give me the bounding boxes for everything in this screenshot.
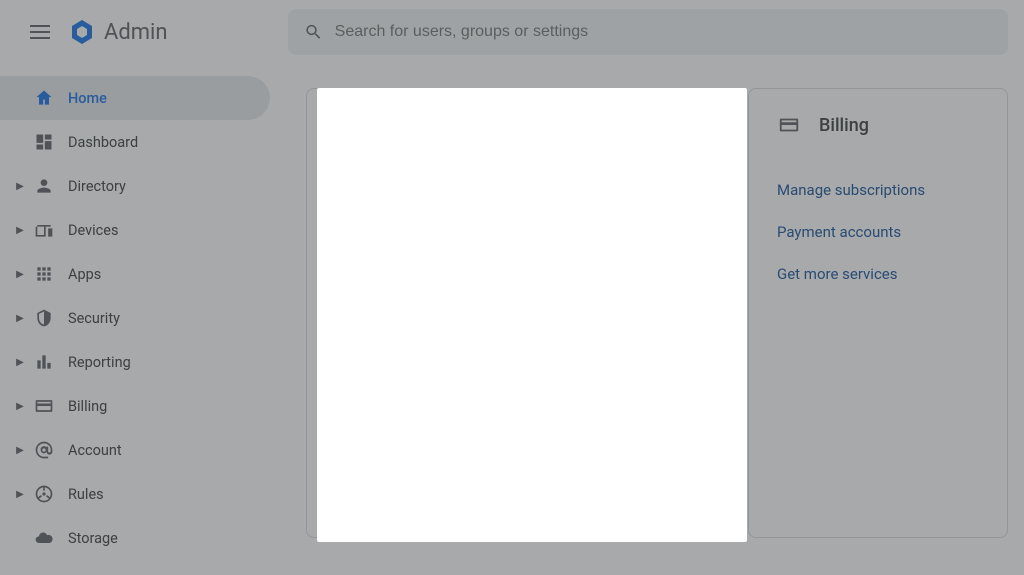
at-icon xyxy=(32,438,56,462)
admin-logo-icon xyxy=(68,18,96,46)
sidebar-item-billing[interactable]: ▶ Billing xyxy=(0,384,270,428)
app-header: Admin xyxy=(0,0,1024,64)
link-add-user[interactable]: Add a user xyxy=(335,181,695,199)
card-header: Users Manage xyxy=(335,113,695,137)
apps-icon xyxy=(32,262,56,286)
sidebar-item-security[interactable]: ▶ Security xyxy=(0,296,270,340)
home-icon xyxy=(32,86,56,110)
chevron-right-icon: ▶ xyxy=(12,445,28,456)
card-title: Billing xyxy=(819,115,979,136)
sidebar-item-label: Directory xyxy=(68,178,126,195)
sidebar-item-directory[interactable]: ▶ Directory xyxy=(0,164,270,208)
sidebar-item-label: Billing xyxy=(68,398,107,415)
steering-icon xyxy=(32,482,56,506)
chevron-right-icon: ▶ xyxy=(12,269,28,280)
link-get-services[interactable]: Get more services xyxy=(777,265,979,283)
sidebar-item-rules[interactable]: ▶ Rules xyxy=(0,472,270,516)
chevron-right-icon: ▶ xyxy=(12,181,28,192)
link-payment-accounts[interactable]: Payment accounts xyxy=(777,223,979,241)
card-title: Users xyxy=(377,115,601,136)
main-content: Users Manage Add a user Delete a user Up… xyxy=(278,64,1024,575)
sidebar-item-account[interactable]: ▶ Account xyxy=(0,428,270,472)
chevron-right-icon: ▶ xyxy=(12,313,28,324)
chevron-right-icon: ▶ xyxy=(12,225,28,236)
card-header: Billing xyxy=(777,113,979,137)
sidebar-item-dashboard[interactable]: ▶ Dashboard xyxy=(0,120,270,164)
billing-card: Billing Manage subscriptions Payment acc… xyxy=(748,88,1008,538)
link-delete-user[interactable]: Delete a user xyxy=(335,223,695,241)
sidebar-item-apps[interactable]: ▶ Apps xyxy=(0,252,270,296)
shield-icon xyxy=(32,306,56,330)
app-logo[interactable]: Admin xyxy=(68,18,168,46)
sidebar-item-devices[interactable]: ▶ Devices xyxy=(0,208,270,252)
sidebar-item-label: Dashboard xyxy=(68,134,138,151)
devices-icon xyxy=(32,218,56,242)
person-icon xyxy=(335,113,359,137)
bar-chart-icon xyxy=(32,350,56,374)
search-bar[interactable] xyxy=(288,9,1008,55)
card-icon xyxy=(777,113,801,137)
sidebar-item-label: Reporting xyxy=(68,354,131,371)
sidebar-item-label: Security xyxy=(68,310,120,327)
sidebar-item-label: Storage xyxy=(68,530,118,547)
sidebar-nav: ▶ Home ▶ Dashboard ▶ Directory ▶ Devices… xyxy=(0,64,278,575)
dashboard-icon xyxy=(32,130,56,154)
chevron-right-icon: ▶ xyxy=(12,401,28,412)
cloud-icon xyxy=(32,526,56,550)
sidebar-item-label: Apps xyxy=(68,266,101,283)
chevron-up-icon xyxy=(679,115,695,131)
person-icon xyxy=(32,174,56,198)
collapse-button[interactable] xyxy=(679,115,695,135)
chevron-right-icon: ▶ xyxy=(12,357,28,368)
card-icon xyxy=(32,394,56,418)
sidebar-item-label: Devices xyxy=(68,222,118,239)
sidebar-item-label: Home xyxy=(68,90,107,107)
hamburger-icon xyxy=(30,25,50,39)
sidebar-item-label: Account xyxy=(68,442,122,459)
search-icon xyxy=(304,22,323,42)
app-name: Admin xyxy=(104,20,168,45)
chevron-right-icon: ▶ xyxy=(12,489,28,500)
sidebar-item-reporting[interactable]: ▶ Reporting xyxy=(0,340,270,384)
menu-button[interactable] xyxy=(16,8,64,56)
link-update-user[interactable]: Update a user's name or email xyxy=(335,265,695,283)
sidebar-item-home[interactable]: ▶ Home xyxy=(0,76,270,120)
link-manage-subscriptions[interactable]: Manage subscriptions xyxy=(777,181,979,199)
link-create-alias[interactable]: Create an alternate email address (email… xyxy=(335,307,695,325)
manage-link[interactable]: Manage xyxy=(601,116,655,134)
search-input[interactable] xyxy=(335,23,992,41)
sidebar-item-storage[interactable]: ▶ Storage xyxy=(0,516,270,560)
sidebar-item-label: Rules xyxy=(68,486,104,503)
users-card: Users Manage Add a user Delete a user Up… xyxy=(306,88,724,538)
